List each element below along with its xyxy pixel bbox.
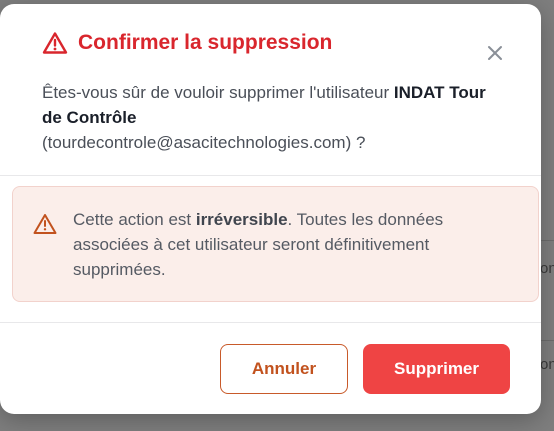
background-text-fragment: on <box>540 356 554 373</box>
footer-divider <box>0 322 541 323</box>
dialog-title: Confirmer la suppression <box>78 31 333 54</box>
user-email: (tourdecontrole@asacitechnologies.com) ? <box>42 133 366 152</box>
confirm-delete-dialog: Confirmer la suppression Êtes-vous sûr d… <box>0 4 541 414</box>
header-divider <box>0 175 541 176</box>
cancel-button[interactable]: Annuler <box>220 344 348 394</box>
warning-triangle-icon <box>42 31 68 55</box>
background-text-fragment: on <box>540 260 554 277</box>
irreversible-warning-alert: Cette action est irréversible. Toutes le… <box>12 186 539 302</box>
dialog-header: Confirmer la suppression <box>42 31 332 55</box>
confirmation-message: Êtes-vous sûr de vouloir supprimer l'uti… <box>42 80 502 155</box>
delete-button[interactable]: Supprimer <box>363 344 510 394</box>
warning-emphasis: irréversible <box>195 210 288 229</box>
warning-prefix: Cette action est <box>73 210 196 229</box>
close-icon <box>488 46 502 60</box>
background-divider <box>541 340 554 341</box>
message-prefix: Êtes-vous sûr de vouloir supprimer l'uti… <box>42 83 394 102</box>
warning-text: Cette action est irréversible. Toutes le… <box>73 207 513 282</box>
warning-triangle-icon <box>33 213 57 235</box>
close-button[interactable] <box>484 42 506 64</box>
background-divider <box>541 240 554 241</box>
